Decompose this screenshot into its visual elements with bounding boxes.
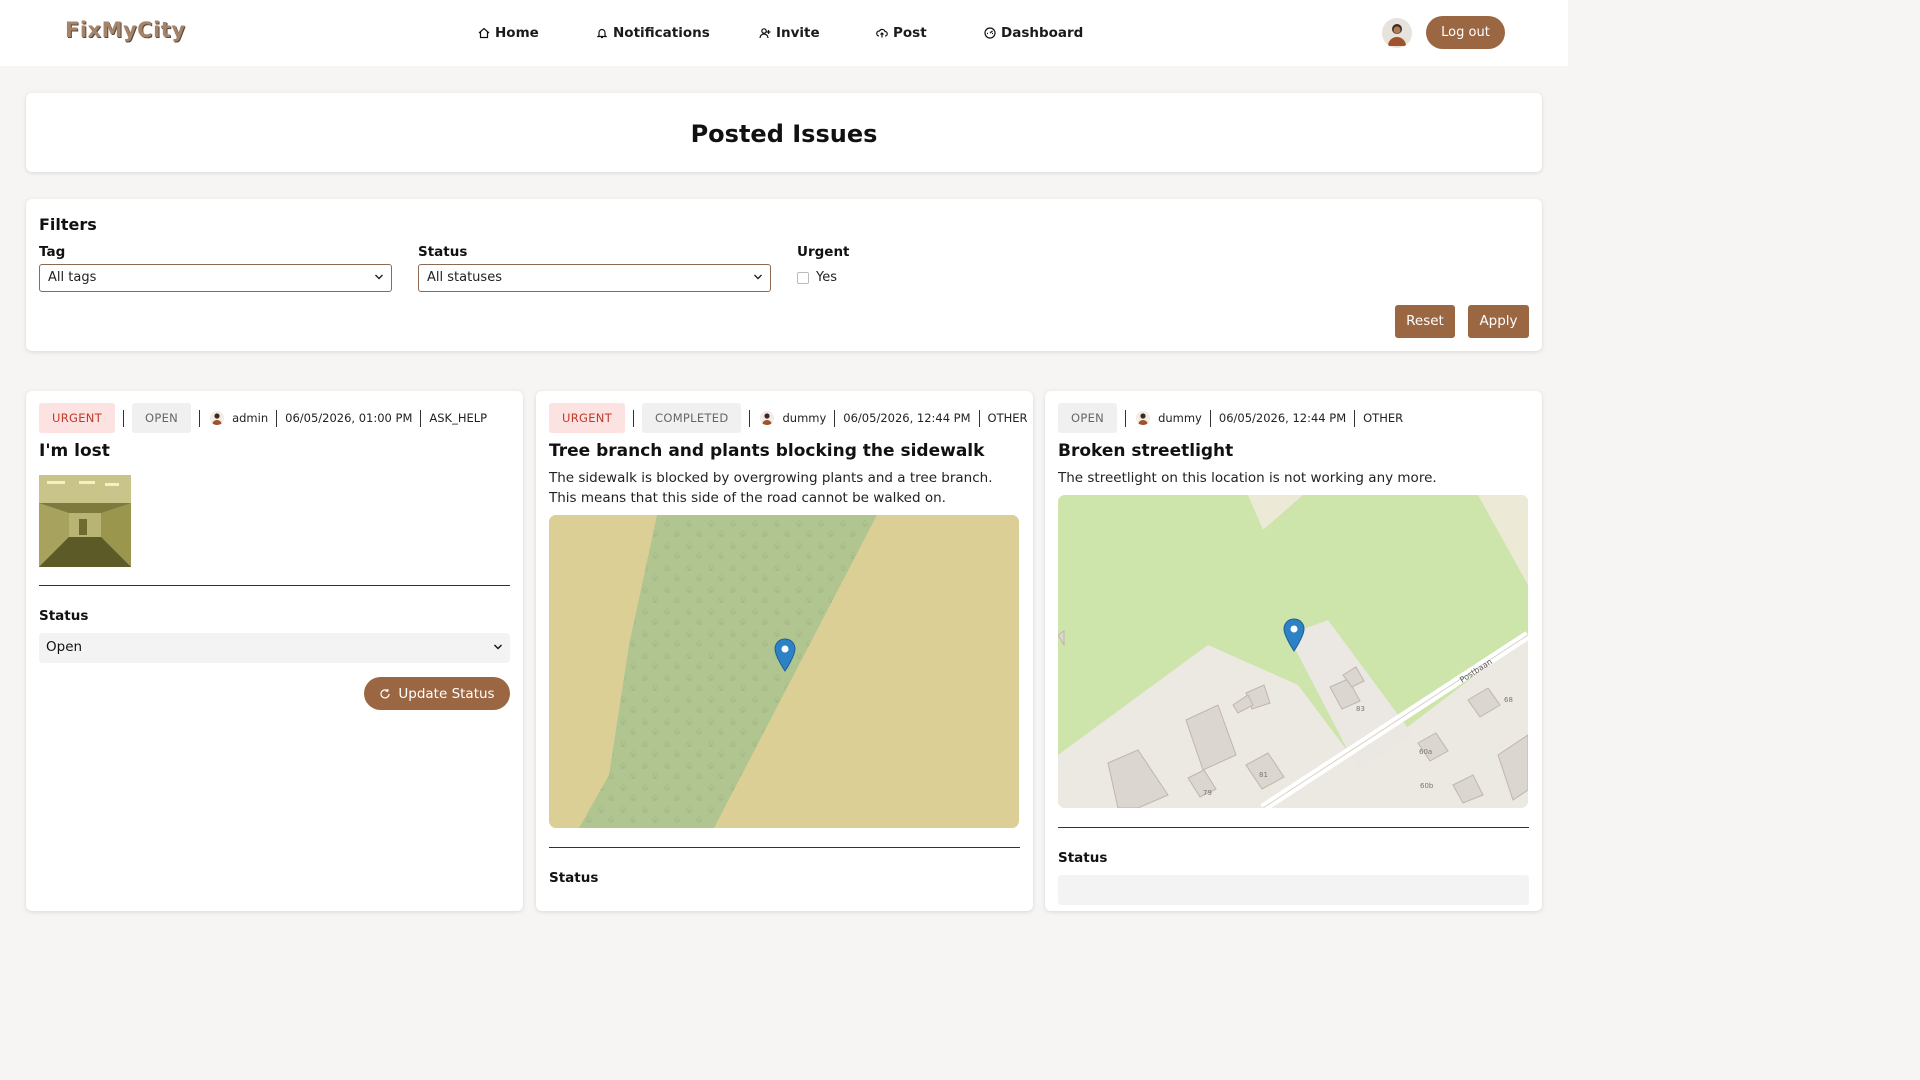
user-plus-icon (759, 28, 771, 39)
status-badge: COMPLETED (642, 403, 742, 433)
issue-tag: OTHER (987, 411, 1028, 425)
status-badge: OPEN (1058, 403, 1118, 433)
issue-card: URGENT COMPLETED dummy 06/05/2026, 12:44… (536, 391, 1033, 911)
nav-invite[interactable]: Invite (759, 24, 820, 42)
divider (549, 847, 1020, 848)
map-pin-icon[interactable] (1283, 618, 1305, 652)
tag-filter-select[interactable]: All tags (39, 264, 392, 292)
author-name: dummy (782, 411, 827, 425)
apply-button[interactable]: Apply (1468, 305, 1529, 338)
home-icon (478, 27, 490, 39)
nav-dashboard-label: Dashboard (1001, 25, 1084, 41)
issue-meta: URGENT OPEN admin 06/05/2026, 01:00 PM A… (39, 403, 487, 433)
nav-post[interactable]: Post (876, 24, 927, 42)
tag-filter-value: All tags (48, 270, 97, 285)
filters-panel: Filters Tag All tags Status All statuses… (26, 199, 1542, 351)
issue-date: 06/05/2026, 01:00 PM (285, 411, 413, 425)
divider (1058, 827, 1529, 828)
status-filter-select[interactable]: All statuses (418, 264, 771, 292)
nav-home[interactable]: Home (478, 24, 539, 42)
page-title-card: Posted Issues (26, 93, 1542, 172)
refresh-icon (380, 688, 390, 698)
author-avatar (210, 411, 225, 425)
urgent-checkbox-label[interactable]: Yes (816, 270, 837, 285)
map-pin-icon[interactable] (774, 638, 796, 672)
house-number-79: 79 (1203, 789, 1212, 797)
app-logo[interactable]: FixMyCity (65, 18, 186, 42)
status-select[interactable] (1058, 875, 1529, 905)
status-label: Status (39, 608, 89, 624)
nav-home-label: Home (495, 25, 539, 41)
issue-meta: URGENT COMPLETED dummy 06/05/2026, 12:44… (549, 403, 1028, 433)
dashboard-icon (984, 27, 996, 39)
issue-map[interactable]: ♧ ♧ (549, 515, 1019, 828)
issue-date: 06/05/2026, 12:44 PM (1218, 411, 1347, 425)
top-navbar: FixMyCity Home Notifications Invite Post… (0, 0, 1568, 66)
logout-button[interactable]: Log out (1426, 16, 1505, 49)
nav-post-label: Post (893, 25, 927, 41)
status-filter-value: All statuses (427, 270, 502, 285)
chevron-down-icon (754, 274, 762, 280)
status-select[interactable]: Open (39, 633, 510, 663)
house-number-60b: 60b (1420, 782, 1434, 790)
issue-title: Broken streetlight (1058, 441, 1234, 461)
issue-card: OPEN dummy 06/05/2026, 12:44 PM OTHER Br… (1045, 391, 1542, 911)
author-avatar (1136, 411, 1151, 425)
status-badge: OPEN (132, 403, 192, 433)
chevron-down-icon (375, 274, 383, 280)
house-number-83: 83 (1356, 705, 1365, 713)
issue-card: URGENT OPEN admin 06/05/2026, 01:00 PM A… (26, 391, 523, 911)
issue-title: I'm lost (39, 441, 110, 461)
status-select-value: Open (46, 639, 83, 655)
reset-button[interactable]: Reset (1395, 305, 1455, 338)
house-number-60a: 60a (1419, 748, 1432, 756)
urgent-checkbox[interactable] (797, 272, 809, 284)
bell-icon (596, 28, 608, 39)
nav-notifications[interactable]: Notifications (596, 24, 710, 42)
update-status-label: Update Status (398, 685, 495, 702)
house-number-81: 81 (1259, 771, 1268, 779)
issue-tag: OTHER (1363, 411, 1404, 425)
author-name: dummy (1158, 411, 1202, 425)
urgent-filter-label: Urgent (797, 244, 850, 260)
nav-notifications-label: Notifications (613, 25, 710, 41)
house-number-68: 68 (1504, 696, 1513, 704)
cloud-upload-icon (876, 28, 888, 38)
issue-description: The streetlight on this location is not … (1058, 470, 1437, 486)
issue-map[interactable]: 83 81 79 60a 60b 68 Postbaan (1058, 495, 1528, 808)
urgent-badge: URGENT (549, 403, 626, 433)
nav-invite-label: Invite (776, 25, 820, 41)
page-title: Posted Issues (690, 120, 878, 148)
author-avatar (760, 411, 775, 425)
issue-description: The sidewalk is blocked by overgrowing p… (549, 470, 993, 506)
nav-dashboard[interactable]: Dashboard (984, 24, 1083, 42)
issue-title: Tree branch and plants blocking the side… (549, 441, 985, 461)
chevron-down-icon (494, 644, 502, 650)
update-status-button[interactable]: Update Status (364, 677, 510, 710)
status-filter-label: Status (418, 244, 468, 260)
urgent-badge: URGENT (39, 403, 116, 433)
issue-date: 06/05/2026, 12:44 PM (843, 411, 971, 425)
status-label: Status (549, 870, 599, 886)
issue-meta: OPEN dummy 06/05/2026, 12:44 PM OTHER (1058, 403, 1403, 433)
issue-photo[interactable] (39, 475, 131, 567)
divider (39, 585, 510, 586)
issue-tag: ASK_HELP (429, 411, 488, 425)
user-avatar[interactable] (1382, 18, 1412, 48)
author-name: admin (232, 411, 269, 425)
status-label: Status (1058, 850, 1108, 866)
tag-filter-label: Tag (39, 244, 66, 260)
filters-heading: Filters (39, 215, 97, 234)
